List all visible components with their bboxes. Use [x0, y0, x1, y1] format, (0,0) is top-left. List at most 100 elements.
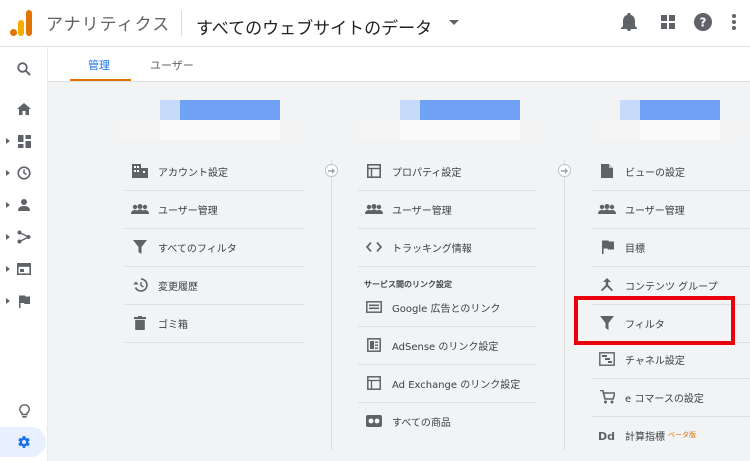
menu-label: AdSense のリンク設定 [392, 341, 499, 353]
search-icon[interactable] [0, 57, 48, 81]
tab-admin[interactable]: 管理 [88, 57, 110, 73]
behavior-icon [17, 263, 31, 275]
building-icon [130, 161, 150, 181]
google-ads-link-item[interactable]: Google 広告とのリンク [364, 288, 500, 326]
document-icon [597, 161, 617, 181]
caret-right-icon [6, 170, 10, 176]
analytics-logo-icon[interactable] [10, 8, 34, 36]
menu-divider [358, 266, 536, 267]
adsense-icon [364, 335, 384, 355]
channel-settings-item[interactable]: チャネル設定 [597, 340, 685, 378]
flag-icon [19, 294, 30, 308]
trash-item[interactable]: ゴミ箱 [130, 304, 188, 342]
content-group-icon [597, 275, 617, 295]
caret-right-icon [6, 234, 10, 240]
caret-right-icon [6, 138, 10, 144]
filter-icon [130, 237, 150, 257]
menu-label: ユーザー管理 [158, 205, 218, 217]
all-filters-item[interactable]: すべてのフィルタ [130, 228, 237, 266]
menu-label: ユーザー管理 [625, 205, 685, 217]
app-title: アナリティクス [46, 15, 171, 35]
people-icon [130, 199, 150, 219]
view-selector[interactable]: すべてのウェブサイトのデータ [196, 14, 432, 39]
header-divider [181, 10, 182, 36]
tracking-info-item[interactable]: トラッキング情報 [364, 228, 472, 266]
nav-conversions[interactable] [0, 289, 48, 313]
property-icon [364, 161, 384, 181]
view-settings-item[interactable]: ビューの設定 [597, 152, 685, 190]
menu-label: コンテンツ グループ [625, 281, 718, 293]
menu-label: Ad Exchange のリンク設定 [392, 379, 521, 391]
dashboard-icon [17, 134, 31, 148]
menu-label: プロパティ設定 [392, 167, 462, 179]
nav-customization[interactable] [0, 129, 48, 153]
left-nav-rail [0, 47, 48, 461]
ads-icon [364, 297, 384, 317]
menu-label: e コマースの設定 [625, 393, 704, 405]
nav-audience[interactable] [0, 193, 48, 217]
code-icon [364, 237, 384, 257]
svg-text:?: ? [700, 16, 707, 30]
nav-acquisition[interactable] [0, 225, 48, 249]
beta-badge: ベータ版 [668, 431, 696, 439]
menu-label: 計算指標 [625, 431, 665, 443]
menu-label: ゴミ箱 [158, 319, 188, 331]
ecommerce-settings-item[interactable]: e コマースの設定 [597, 378, 704, 416]
gear-icon[interactable] [0, 430, 48, 454]
change-history-item[interactable]: 変更履歴 [130, 266, 198, 304]
caret-right-icon [6, 266, 10, 272]
nav-realtime[interactable] [0, 161, 48, 185]
lightbulb-icon[interactable] [0, 399, 48, 423]
channel-icon [597, 349, 617, 369]
history-icon [130, 275, 150, 295]
active-tab-indicator [70, 79, 131, 81]
nav-behavior[interactable] [0, 257, 48, 281]
calculated-metrics-item[interactable]: Dd 計算指標 ベータ版 [597, 416, 696, 454]
menu-divider [124, 342, 304, 343]
menu-label: すべての商品 [392, 417, 451, 429]
acquisition-icon [17, 230, 31, 244]
property-settings-item[interactable]: プロパティ設定 [364, 152, 461, 190]
cart-icon [597, 387, 617, 407]
admin-tabs: 管理 ユーザー [48, 47, 750, 82]
dd-icon: Dd [597, 425, 617, 445]
apps-grid-icon[interactable] [657, 11, 679, 33]
caret-down-icon[interactable] [449, 20, 459, 25]
top-header: アナリティクス すべてのウェブサイトのデータ ? [0, 0, 750, 47]
arrow-right-icon [558, 164, 571, 177]
ad-exchange-link-item[interactable]: Ad Exchange のリンク設定 [364, 364, 520, 402]
menu-label: アカウント設定 [158, 167, 228, 179]
all-products-item[interactable]: すべての商品 [364, 402, 451, 440]
goals-item[interactable]: 目標 [597, 228, 645, 266]
view-user-management-item[interactable]: ユーザー管理 [597, 190, 685, 228]
menu-label: 目標 [625, 243, 645, 255]
help-icon[interactable]: ? [692, 11, 714, 33]
menu-label: ビューの設定 [625, 167, 685, 179]
flag-icon [597, 237, 617, 257]
caret-right-icon [6, 298, 10, 304]
menu-label: トラッキング情報 [392, 243, 472, 255]
account-user-management-item[interactable]: ユーザー管理 [130, 190, 218, 228]
tab-user[interactable]: ユーザー [150, 57, 194, 73]
clock-icon [17, 166, 31, 180]
more-vertical-icon[interactable] [723, 11, 745, 33]
menu-label: チャネル設定 [625, 355, 685, 367]
people-icon [364, 199, 384, 219]
menu-label: Google 広告とのリンク [392, 303, 501, 315]
adexchange-icon [364, 373, 384, 393]
bell-icon[interactable] [618, 11, 640, 33]
menu-label: ユーザー管理 [392, 205, 452, 217]
svg-text:Dd: Dd [598, 430, 615, 441]
menu-label: 変更履歴 [158, 281, 198, 293]
menu-label: すべてのフィルタ [158, 243, 237, 255]
home-icon[interactable] [0, 97, 48, 121]
adsense-link-item[interactable]: AdSense のリンク設定 [364, 326, 498, 364]
account-settings-item[interactable]: アカウント設定 [130, 152, 228, 190]
person-icon [18, 199, 30, 211]
products-icon [364, 411, 384, 431]
column-divider [564, 160, 565, 450]
arrow-right-icon [325, 164, 338, 177]
filter-highlight-box [574, 296, 735, 345]
property-user-management-item[interactable]: ユーザー管理 [364, 190, 452, 228]
trash-icon [130, 313, 150, 333]
